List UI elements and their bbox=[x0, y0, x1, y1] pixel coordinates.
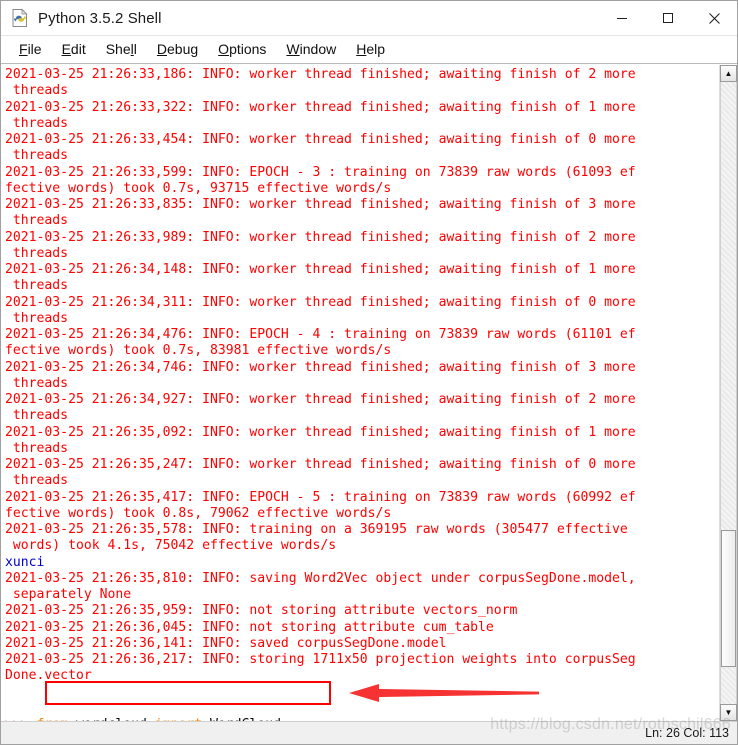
console-line: 2021-03-25 21:26:35,959: INFO: not stori… bbox=[5, 603, 518, 619]
console-line: words) took 4.1s, 75042 effective words/… bbox=[5, 538, 337, 554]
maximize-icon bbox=[663, 13, 673, 23]
console-line: 2021-03-25 21:26:35,578: INFO: training … bbox=[5, 522, 628, 537]
console-line: 2021-03-25 21:26:36,141: INFO: saved cor… bbox=[5, 635, 447, 651]
menu-shell-post: l bbox=[133, 41, 137, 57]
console-line: threads bbox=[5, 115, 69, 131]
console-line: threads bbox=[5, 278, 69, 294]
console-line: threads bbox=[5, 245, 69, 261]
console-line: xunci bbox=[5, 554, 45, 570]
console-line: 2021-03-25 21:26:34,927: INFO: worker th… bbox=[5, 392, 636, 407]
console-line: 2021-03-25 21:26:33,989: INFO: worker th… bbox=[5, 229, 636, 245]
menu-help-key: H bbox=[356, 41, 367, 57]
console-line: threads bbox=[5, 375, 69, 391]
console-input-row[interactable]: >>> from wordcloud import WordCloud >>> bbox=[3, 685, 719, 721]
console-line: threads bbox=[5, 213, 69, 229]
menu-file-key: F bbox=[19, 41, 28, 57]
console-line: 2021-03-25 21:26:34,148: INFO: worker th… bbox=[5, 262, 636, 277]
minimize-button[interactable] bbox=[599, 1, 645, 35]
maximize-button[interactable] bbox=[645, 1, 691, 35]
console-output: 2021-03-25 21:26:33,186: INFO: worker th… bbox=[3, 67, 719, 685]
python-shell-window: Python 3.5.2 Shell File Edit Shell Debug… bbox=[0, 0, 738, 745]
console-line: 2021-03-25 21:26:33,186: INFO: worker th… bbox=[5, 67, 636, 82]
console-line: 2021-03-25 21:26:33,322: INFO: worker th… bbox=[5, 99, 636, 115]
menu-debug-post: ebug bbox=[167, 41, 199, 57]
minimize-icon bbox=[617, 18, 627, 19]
menu-item-edit[interactable]: Edit bbox=[52, 39, 96, 60]
menu-item-options[interactable]: Options bbox=[208, 39, 276, 60]
menu-item-debug[interactable]: Debug bbox=[147, 39, 208, 60]
console-line: fective words) took 0.7s, 93715 effectiv… bbox=[5, 180, 392, 196]
scroll-down-icon: ▼ bbox=[724, 708, 733, 717]
scrollbar-track[interactable] bbox=[720, 82, 737, 704]
menu-file-post: ile bbox=[27, 41, 42, 57]
menu-debug-key: D bbox=[156, 41, 168, 57]
menu-item-file[interactable]: File bbox=[9, 39, 52, 60]
python-file-icon bbox=[10, 8, 30, 28]
console-line: 2021-03-25 21:26:34,746: INFO: worker th… bbox=[5, 359, 636, 375]
scroll-up-icon: ▲ bbox=[724, 69, 733, 78]
console-line: 2021-03-25 21:26:36,217: INFO: storing 1… bbox=[5, 652, 636, 667]
shell-body: 2021-03-25 21:26:33,186: INFO: worker th… bbox=[1, 64, 737, 721]
shell-text-area[interactable]: 2021-03-25 21:26:33,186: INFO: worker th… bbox=[1, 65, 719, 721]
close-button[interactable] bbox=[691, 1, 737, 35]
menu-edit-post: dit bbox=[70, 41, 86, 57]
scroll-down-button[interactable]: ▼ bbox=[720, 704, 737, 721]
console-line: Done.vector bbox=[5, 668, 92, 684]
console-line: 2021-03-25 21:26:35,092: INFO: worker th… bbox=[5, 424, 636, 440]
console-line: 2021-03-25 21:26:34,476: INFO: EPOCH - 4… bbox=[5, 327, 636, 342]
console-line: threads bbox=[5, 473, 69, 489]
scroll-up-button[interactable]: ▲ bbox=[720, 65, 737, 82]
menu-window-post: indow bbox=[299, 41, 337, 57]
menu-item-help[interactable]: Help bbox=[346, 39, 395, 60]
menu-shell-pre: She bbox=[105, 41, 131, 57]
vertical-scrollbar[interactable]: ▲ ▼ bbox=[719, 65, 737, 721]
menu-item-shell[interactable]: Shell bbox=[96, 39, 147, 60]
close-icon bbox=[708, 12, 720, 24]
cursor-position-indicator: Ln: 26 Col: 113 bbox=[645, 726, 729, 740]
menu-options-key: O bbox=[218, 41, 230, 57]
window-title: Python 3.5.2 Shell bbox=[38, 9, 162, 27]
console-line: threads bbox=[5, 83, 69, 99]
console-line: 2021-03-25 21:26:33,835: INFO: worker th… bbox=[5, 197, 636, 212]
console-line: 2021-03-25 21:26:35,247: INFO: worker th… bbox=[5, 457, 636, 472]
status-bar: https://blog.csdn.net/rothschil666 Ln: 2… bbox=[1, 716, 737, 744]
menu-bar: File Edit Shell Debug Options Window Hel… bbox=[1, 36, 737, 64]
window-controls bbox=[599, 1, 737, 35]
menu-item-window[interactable]: Window bbox=[276, 39, 346, 60]
console-line: fective words) took 0.8s, 79062 effectiv… bbox=[5, 505, 392, 521]
console-line: 2021-03-25 21:26:35,810: INFO: saving Wo… bbox=[5, 570, 636, 586]
console-line: threads bbox=[5, 310, 69, 326]
menu-edit-key: E bbox=[61, 41, 71, 57]
title-bar: Python 3.5.2 Shell bbox=[1, 1, 737, 36]
console-line: 2021-03-25 21:26:35,417: INFO: EPOCH - 5… bbox=[5, 489, 636, 505]
console-line: fective words) took 0.7s, 83981 effectiv… bbox=[5, 343, 392, 359]
console-line: threads bbox=[5, 408, 69, 424]
console-line: 2021-03-25 21:26:36,045: INFO: not stori… bbox=[5, 619, 494, 635]
console-line: threads bbox=[5, 148, 69, 164]
menu-help-post: elp bbox=[366, 41, 386, 57]
menu-options-post: ptions bbox=[229, 41, 267, 57]
console-line: separately None bbox=[5, 587, 132, 602]
console-line: 2021-03-25 21:26:33,599: INFO: EPOCH - 3… bbox=[5, 164, 636, 180]
console-line: 2021-03-25 21:26:34,311: INFO: worker th… bbox=[5, 294, 636, 310]
scrollbar-thumb[interactable] bbox=[721, 529, 736, 667]
menu-window-key: W bbox=[286, 41, 300, 57]
console-line: 2021-03-25 21:26:33,454: INFO: worker th… bbox=[5, 132, 636, 147]
console-line: threads bbox=[5, 440, 69, 456]
